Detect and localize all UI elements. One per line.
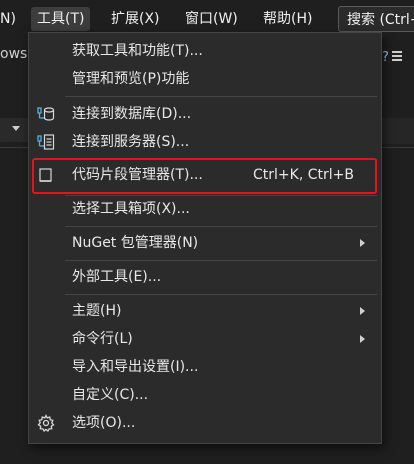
menu-item-choose-toolbox-items[interactable]: 选择工具箱项(X)... — [29, 195, 381, 223]
menu-item-prev[interactable]: N) — [0, 7, 16, 31]
tools-dropdown-menu: 获取工具和功能(T)... 管理和预览(P)功能 连接到数据库(D)... 连接… — [28, 32, 382, 444]
menu-item-label: 连接到数据库(D)... — [72, 106, 192, 122]
ide-window: N) 工具(T) 扩展(X) 窗口(W) 帮助(H) 搜索 (Ctrl+ ows… — [0, 0, 414, 464]
menu-item-nuget-package-manager[interactable]: NuGet 包管理器(N) — [29, 229, 381, 257]
menu-item-help[interactable]: 帮助(H) — [263, 7, 312, 31]
chevron-down-icon — [12, 126, 20, 131]
menu-item-external-tools[interactable]: 外部工具(E)... — [29, 263, 381, 291]
menu-separator — [65, 226, 377, 227]
gear-icon — [37, 414, 55, 432]
menu-item-label: 选项(O)... — [72, 415, 136, 431]
chevron-right-icon — [360, 335, 365, 343]
menu-item-import-export-settings[interactable]: 导入和导出设置(I)... — [29, 353, 381, 381]
menu-item-label: 连接到服务器(S)... — [72, 134, 190, 150]
menu-item-connect-server[interactable]: 连接到服务器(S)... — [29, 128, 381, 156]
menu-item-label: 获取工具和功能(T)... — [72, 43, 203, 59]
menu-separator — [65, 294, 377, 295]
svg-text:?: ? — [382, 50, 389, 65]
menu-item-theme[interactable]: 主题(H) — [29, 297, 381, 325]
background-tab-strip — [380, 118, 414, 144]
search-box[interactable]: 搜索 (Ctrl+ — [338, 6, 414, 32]
menu-separator — [65, 260, 377, 261]
menu-item-label: 自定义(C)... — [72, 387, 149, 403]
menu-item-get-tools[interactable]: 获取工具和功能(T)... — [29, 37, 381, 65]
solution-explorer-icon[interactable]: ? — [380, 46, 404, 66]
menu-item-label: 管理和预览(P)功能 — [72, 71, 190, 87]
menu-separator — [65, 96, 377, 97]
menu-item-options[interactable]: 选项(O)... — [29, 409, 381, 437]
menu-item-label: 选择工具箱项(X)... — [72, 201, 190, 217]
menu-item-label: NuGet 包管理器(N) — [72, 235, 199, 251]
menu-item-customize[interactable]: 自定义(C)... — [29, 381, 381, 409]
chevron-right-icon — [360, 239, 365, 247]
menu-item-label: 外部工具(E)... — [72, 269, 162, 285]
search-label: 搜索 (Ctrl+ — [347, 12, 414, 28]
menu-item-label: 主题(H) — [72, 303, 122, 319]
menu-item-manage-preview[interactable]: 管理和预览(P)功能 — [29, 65, 381, 93]
server-connect-icon — [37, 133, 55, 151]
menu-item-label: 导入和导出设置(I)... — [72, 359, 199, 375]
menu-item-extensions[interactable]: 扩展(X) — [111, 7, 160, 31]
highlight-box — [32, 158, 377, 194]
menu-item-tools[interactable]: 工具(T) — [31, 7, 91, 31]
menu-item-window[interactable]: 窗口(W) — [185, 7, 238, 31]
menu-item-connect-database[interactable]: 连接到数据库(D)... — [29, 100, 381, 128]
menu-item-command-line[interactable]: 命令行(L) — [29, 325, 381, 353]
database-connect-icon — [37, 105, 55, 123]
menu-item-label: 命令行(L) — [72, 331, 133, 347]
chevron-right-icon — [360, 307, 365, 315]
